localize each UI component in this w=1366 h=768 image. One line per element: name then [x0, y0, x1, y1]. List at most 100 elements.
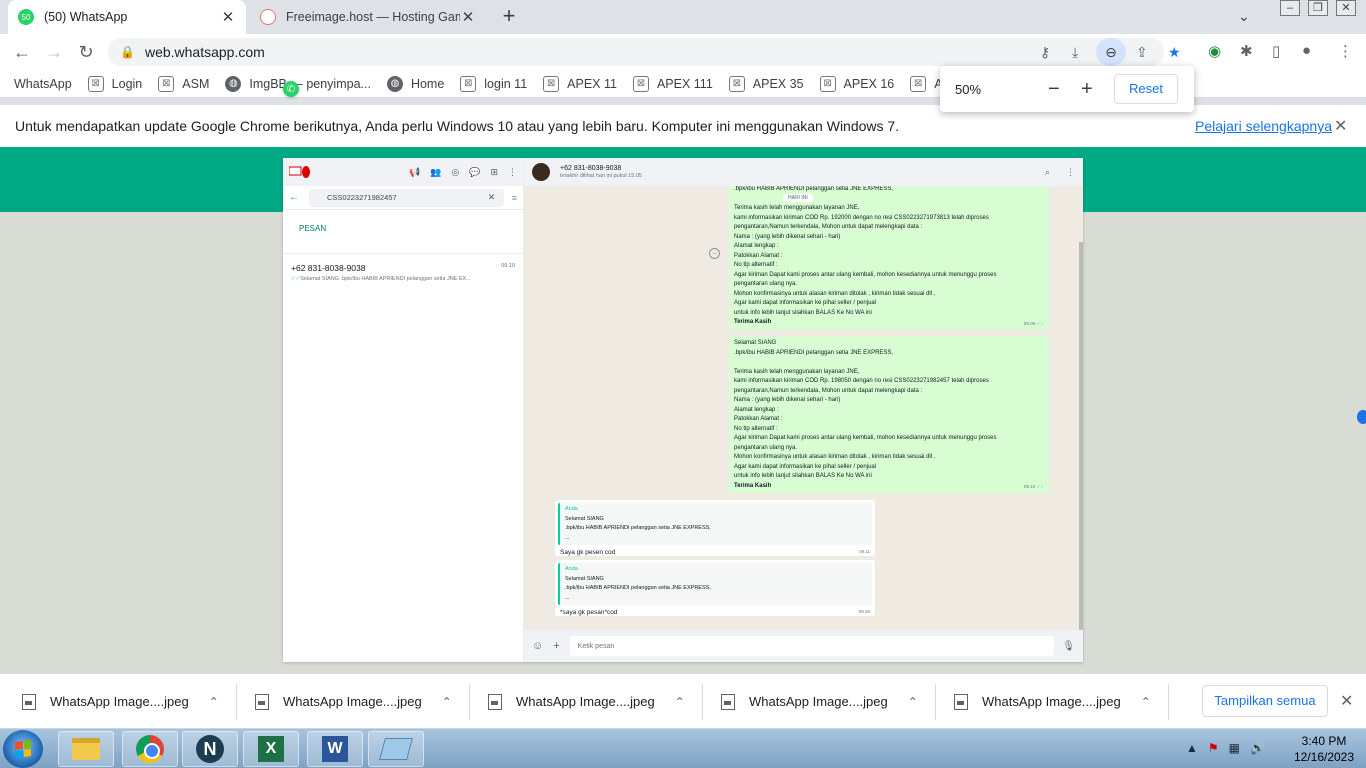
bookmark-whatsapp[interactable]: ✆ WhatsApp	[14, 77, 299, 97]
search-icon[interactable]: ⌕	[1045, 167, 1050, 178]
restore-icon[interactable]: ❐	[1308, 0, 1328, 16]
taskbar-excel[interactable]: X	[243, 731, 299, 767]
bookmark-login[interactable]: ⊠ Login	[87, 75, 142, 92]
bookmark-apex-16[interactable]: ⊠ APEX 16	[819, 75, 894, 92]
forward-arrow-icon[interactable]: →	[42, 40, 66, 64]
reply-message[interactable]: Anda Selamat SIANG .bpk/ibu HABIB APRIEN…	[555, 560, 875, 616]
show-hidden-icons-icon[interactable]: ▲	[1186, 741, 1198, 755]
incoming-message[interactable]: Selamat SIANG .bpk/ibu HABIB APRIENDI pel…	[729, 336, 1049, 493]
conversation-header[interactable]: +62 831-8038-9038 terakhir dilihat hari …	[524, 158, 1083, 186]
network-icon[interactable]: ▦	[1229, 741, 1240, 755]
puzzle-icon: ⊠	[632, 75, 649, 92]
profile-avatar-icon[interactable]: ●	[1302, 42, 1311, 59]
menu-dots-icon[interactable]: ⋮	[508, 167, 517, 178]
bookmark-login-11[interactable]: ⊠ login 11	[460, 75, 527, 92]
download-item[interactable]: WhatsApp Image....jpeg ⌃	[954, 674, 1151, 729]
profile-avatar-icon[interactable]	[289, 164, 311, 180]
zoom-reset-button[interactable]: Reset	[1114, 74, 1178, 104]
bookmark-star-icon[interactable]: ★	[1168, 44, 1181, 61]
side-panel-icon[interactable]: ▯	[1272, 42, 1280, 60]
download-item[interactable]: WhatsApp Image....jpeg ⌃	[721, 674, 918, 729]
new-tab-icon[interactable]: +	[498, 5, 520, 28]
minimize-icon[interactable]: –	[1280, 0, 1300, 16]
incoming-message[interactable]: .bpk/ibu HABIB APRIENDI pelanggan setia …	[729, 186, 1049, 330]
clear-search-icon[interactable]: ✕	[488, 192, 504, 203]
taskbar-notes[interactable]	[368, 731, 424, 767]
taskbar-chrome[interactable]	[122, 731, 178, 767]
extensions-icon[interactable]: ✱	[1240, 42, 1253, 60]
tab-whatsapp[interactable]: 50 (50) WhatsApp ✕	[8, 0, 246, 34]
show-all-downloads-button[interactable]: Tampilkan semua	[1202, 685, 1328, 717]
bookmark-apex-35[interactable]: ⊠ APEX 35	[728, 75, 804, 92]
search-result-item[interactable]: +62 831-8038-9038 09.10 ✓✓Selamat SIANG …	[283, 254, 523, 291]
emoji-icon[interactable]: ☺	[532, 640, 543, 652]
bookmark-asm[interactable]: ⊠ ASM	[158, 75, 209, 92]
taskbar-explorer[interactable]	[58, 731, 114, 767]
communities-icon[interactable]: 📢	[409, 167, 420, 178]
menu-dots-icon[interactable]: ⋮	[1066, 167, 1075, 178]
start-button[interactable]	[3, 730, 43, 768]
chevron-down-icon[interactable]: ⌄	[1238, 8, 1250, 25]
channels-icon[interactable]: 💬	[469, 167, 480, 178]
download-item[interactable]: WhatsApp Image....jpeg ⌃	[255, 674, 452, 729]
grammarly-icon[interactable]: ◉	[1208, 42, 1221, 60]
status-icon[interactable]: ◎	[451, 167, 459, 178]
chevron-up-icon[interactable]: ⌃	[675, 695, 685, 709]
key-icon[interactable]: ⚷	[1040, 44, 1050, 61]
filter-icon[interactable]: ≡	[512, 193, 517, 203]
chevron-up-icon[interactable]: ⌃	[442, 695, 452, 709]
download-item[interactable]: WhatsApp Image....jpeg ⌃	[488, 674, 685, 729]
scroll-indicator-icon[interactable]: –	[709, 248, 720, 259]
quoted-message[interactable]: Anda Selamat SIANG .bpk/ibu HABIB APRIEN…	[558, 503, 872, 545]
bookmark-apex-11[interactable]: ⊠ APEX 11	[543, 75, 617, 92]
zoom-plus-icon[interactable]: +	[1081, 78, 1093, 101]
scrollbar[interactable]	[1079, 242, 1083, 630]
address-bar[interactable]: 🔒 web.whatsapp.com	[108, 38, 1164, 66]
folder-icon	[72, 738, 100, 760]
search-input[interactable]: CSS0223271982457	[309, 188, 504, 207]
chevron-up-icon[interactable]: ⌃	[209, 695, 219, 709]
close-window-icon[interactable]: ✕	[1336, 0, 1356, 16]
conversation-pane: +62 831-8038-9038 terakhir dilihat hari …	[524, 158, 1083, 662]
quoted-message[interactable]: Anda Selamat SIANG .bpk/ibu HABIB APRIEN…	[558, 563, 872, 605]
download-item[interactable]: WhatsApp Image....jpeg ⌃	[22, 674, 219, 729]
bookmark-home[interactable]: ◍ Home	[386, 75, 444, 92]
groups-icon[interactable]: 👥	[430, 167, 441, 178]
freeimage-icon	[260, 9, 276, 25]
new-chat-icon[interactable]: ⊞	[490, 167, 498, 178]
microphone-icon[interactable]: 🎙	[1062, 641, 1075, 652]
share-icon[interactable]: ⇪	[1136, 44, 1148, 61]
puzzle-icon: ⊠	[728, 75, 745, 92]
message-line: Mohon konfirmasinya untuk alasan kiriman…	[734, 454, 936, 460]
message-line: pengantaran,Namun terkendala, Mohon untu…	[734, 387, 923, 394]
zoom-out-icon[interactable]: ⊖	[1096, 38, 1126, 66]
system-clock[interactable]: 3:40 PM 12/16/2023	[1286, 733, 1362, 765]
install-icon[interactable]: ⤓	[1072, 44, 1078, 61]
close-icon[interactable]: ✕	[1334, 116, 1347, 136]
close-tab-icon[interactable]: ✕	[460, 8, 476, 26]
chevron-up-icon[interactable]: ⌃	[908, 695, 918, 709]
action-center-icon[interactable]: ⚑	[1208, 741, 1219, 755]
message-list[interactable]: .bpk/ibu HABIB APRIENDI pelanggan setia …	[524, 186, 1079, 630]
puzzle-icon: ⊠	[543, 75, 560, 92]
volume-icon[interactable]: 🔊	[1250, 741, 1265, 755]
menu-dots-icon[interactable]: ⋮	[1338, 42, 1353, 60]
message-input[interactable]: Ketik pesan	[569, 636, 1055, 656]
zoom-minus-icon[interactable]: −	[1048, 78, 1060, 101]
taskbar-n-app[interactable]: N	[182, 731, 238, 767]
back-arrow-icon[interactable]: ←	[10, 40, 34, 64]
reply-message[interactable]: Anda Selamat SIANG .bpk/ibu HABIB APRIEN…	[555, 500, 875, 556]
message-line: Nama : (yang lebih dikenal sehari - hari…	[734, 397, 841, 403]
taskbar-word[interactable]: W	[307, 731, 363, 767]
reload-icon[interactable]: ↻	[74, 40, 98, 64]
learn-more-link[interactable]: Pelajari selengkapnya	[1195, 118, 1332, 134]
contact-avatar[interactable]	[532, 163, 550, 181]
back-arrow-icon[interactable]: ←	[289, 192, 309, 203]
side-tab-icon[interactable]	[1357, 410, 1366, 424]
tab-freeimage[interactable]: Freeimage.host — Hosting Gamb ✕	[250, 0, 486, 34]
chevron-up-icon[interactable]: ⌃	[1141, 695, 1151, 709]
attach-plus-icon[interactable]: +	[553, 640, 559, 652]
close-icon[interactable]: ✕	[1340, 691, 1353, 711]
bookmark-apex-111[interactable]: ⊠ APEX 111	[632, 75, 713, 92]
close-tab-icon[interactable]: ✕	[220, 8, 236, 26]
